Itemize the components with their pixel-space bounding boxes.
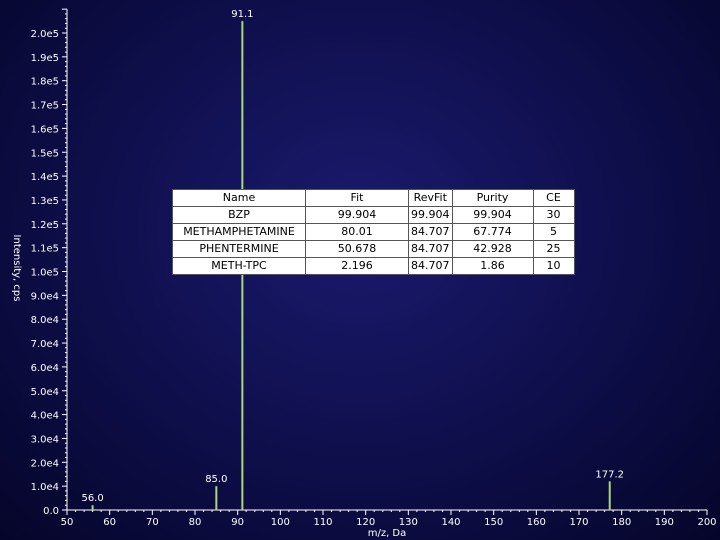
- cell-revfit: 99.904: [408, 206, 453, 224]
- cell-purity: 1.86: [451, 257, 534, 275]
- y-tick-label: 5.0e4: [31, 387, 59, 398]
- header-purity: Purity: [451, 189, 534, 207]
- header-ce: CE: [532, 189, 575, 207]
- cell-fit: 80.01: [305, 223, 409, 241]
- x-tick-label: 100: [271, 517, 290, 528]
- cell-name: METH-TPC: [172, 257, 306, 275]
- x-tick-label: 150: [484, 517, 503, 528]
- x-tick-label: 50: [61, 517, 74, 528]
- table-row: METHAMPHETAMINE 80.01 84.707 67.774 5: [172, 223, 575, 241]
- table-row: PHENTERMINE 50.678 84.707 42.928 25: [172, 240, 575, 258]
- cell-revfit: 84.707: [408, 223, 453, 241]
- x-tick-label: 80: [189, 517, 202, 528]
- cell-name: PHENTERMINE: [172, 240, 306, 258]
- y-tick-label: 1.3e5: [31, 196, 59, 207]
- y-tick-label: 1.1e5: [31, 244, 59, 255]
- cell-ce: 30: [532, 206, 575, 224]
- x-tick-label: 190: [655, 517, 674, 528]
- table-header-row: Name Fit RevFit Purity CE: [172, 189, 575, 207]
- y-tick-label: 3.0e4: [31, 434, 59, 445]
- cell-fit: 2.196: [305, 257, 409, 275]
- y-tick-label: 1.0e4: [31, 482, 59, 493]
- peak-label: 85.0: [205, 474, 227, 485]
- cell-revfit: 84.707: [408, 240, 453, 258]
- y-tick-label: 1.5e5: [31, 148, 59, 159]
- x-tick-label: 200: [697, 517, 716, 528]
- y-tick-label: 1.4e5: [31, 172, 59, 183]
- x-tick-label: 170: [569, 517, 588, 528]
- library-search-results-table: Name Fit RevFit Purity CE BZP 99.904 99.…: [172, 189, 575, 275]
- header-name: Name: [172, 189, 306, 207]
- y-axis-title: Intensity, cps: [11, 235, 22, 302]
- x-tick-label: 70: [146, 517, 159, 528]
- cell-name: BZP: [172, 206, 306, 224]
- x-axis-title: m/z, Da: [368, 528, 407, 539]
- y-tick-label: 1.9e5: [31, 53, 59, 64]
- peak-label: 177.2: [595, 469, 624, 480]
- x-tick-label: 180: [612, 517, 631, 528]
- cell-revfit: 84.707: [408, 257, 453, 275]
- cell-purity: 67.774: [451, 223, 534, 241]
- y-tick-label: 1.7e5: [31, 101, 59, 112]
- x-tick-label: 160: [527, 517, 546, 528]
- y-tick-label: 1.2e5: [31, 220, 59, 231]
- y-tick-label: 9.0e4: [31, 291, 59, 302]
- x-tick-label: 60: [103, 517, 116, 528]
- cell-purity: 42.928: [451, 240, 534, 258]
- cell-name: METHAMPHETAMINE: [172, 223, 306, 241]
- y-tick-label: 0.0: [43, 506, 59, 517]
- cell-fit: 50.678: [305, 240, 409, 258]
- y-tick-label: 7.0e4: [31, 339, 59, 350]
- cell-ce: 10: [532, 257, 575, 275]
- y-tick-label: 2.0e4: [31, 458, 59, 469]
- y-tick-label: 4.0e4: [31, 411, 59, 422]
- cell-ce: 25: [532, 240, 575, 258]
- x-tick-label: 90: [231, 517, 244, 528]
- header-revfit: RevFit: [408, 189, 453, 207]
- x-tick-label: 120: [356, 517, 375, 528]
- table-row: METH-TPC 2.196 84.707 1.86 10: [172, 257, 575, 275]
- x-tick-label: 130: [399, 517, 418, 528]
- x-tick-label: 140: [441, 517, 460, 528]
- cell-ce: 5: [532, 223, 575, 241]
- table-row: BZP 99.904 99.904 99.904 30: [172, 206, 575, 224]
- y-tick-label: 1.6e5: [31, 124, 59, 135]
- x-tick-label: 110: [313, 517, 332, 528]
- peak-label: 91.1: [231, 9, 253, 20]
- cell-fit: 99.904: [305, 206, 409, 224]
- header-fit: Fit: [305, 189, 409, 207]
- cell-purity: 99.904: [451, 206, 534, 224]
- y-tick-label: 6.0e4: [31, 363, 59, 374]
- y-tick-label: 2.0e5: [31, 29, 59, 40]
- y-tick-label: 1.0e5: [31, 268, 59, 279]
- y-tick-label: 8.0e4: [31, 315, 59, 326]
- peak-label: 56.0: [81, 493, 103, 504]
- y-tick-label: 1.8e5: [31, 77, 59, 88]
